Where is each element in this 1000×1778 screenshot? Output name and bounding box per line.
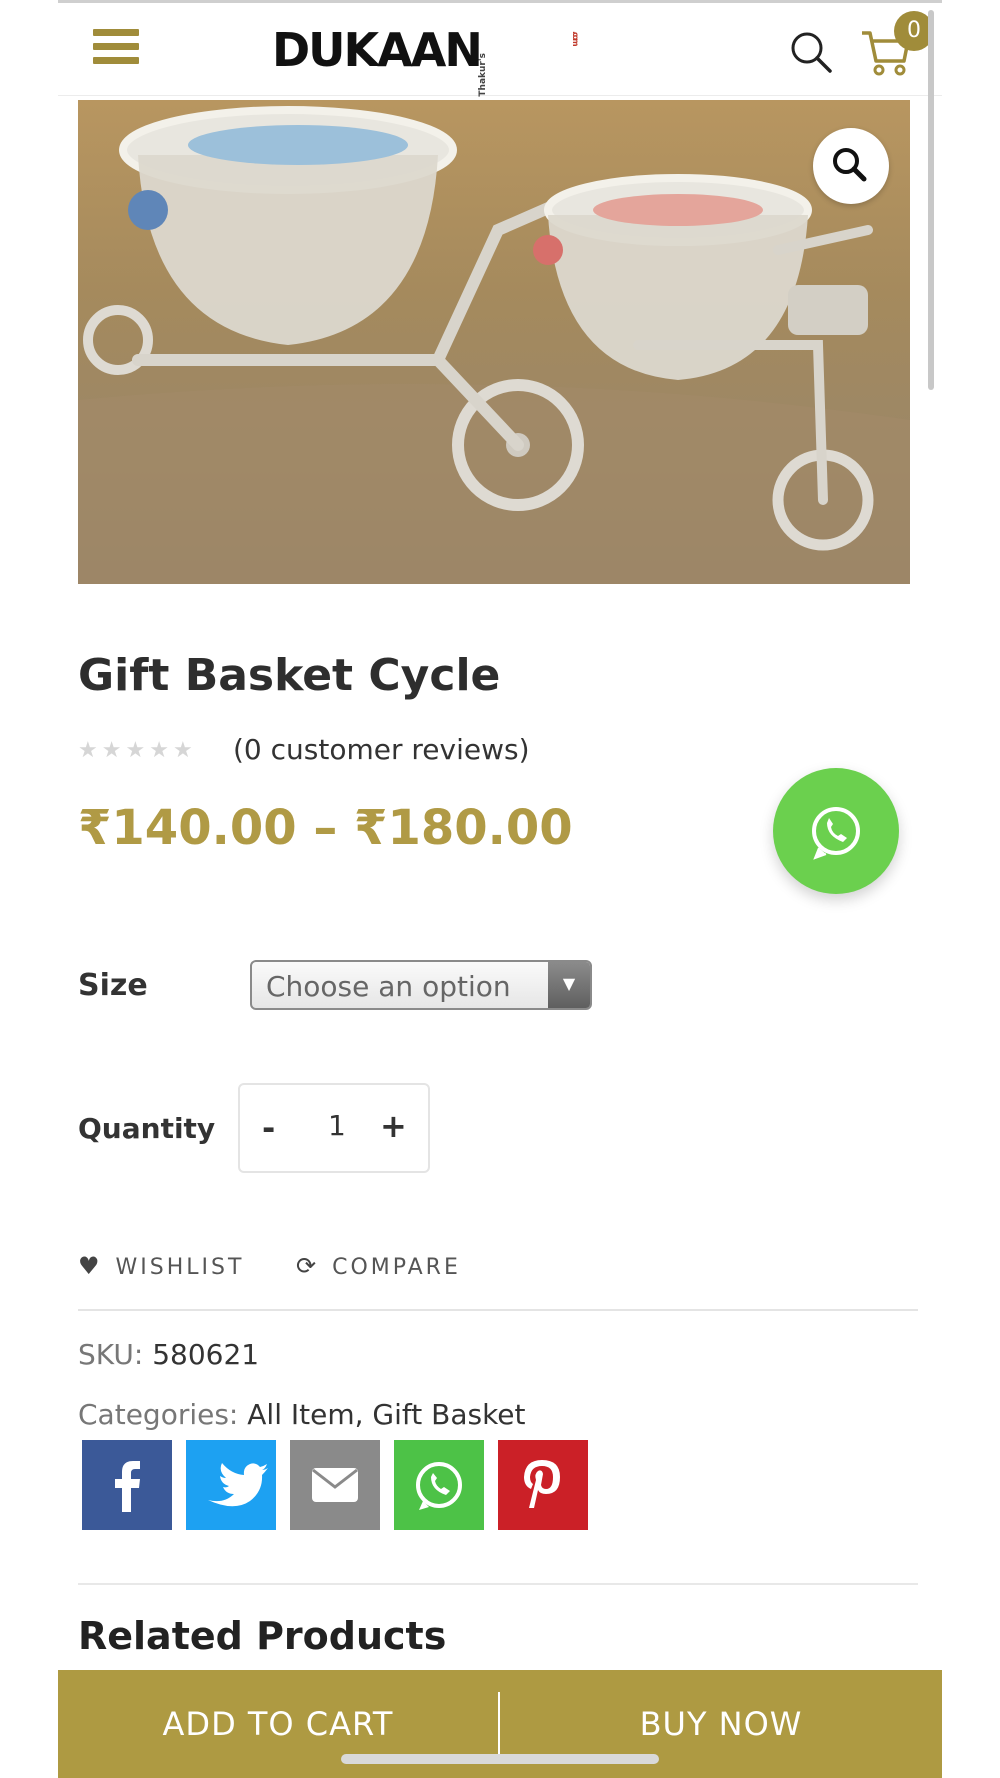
quantity-increase-button[interactable]: + (380, 1107, 407, 1145)
reviews-link[interactable]: (0 customer reviews) (233, 733, 530, 766)
whatsapp-chat-button[interactable] (773, 768, 899, 894)
pinterest-icon (524, 1460, 560, 1508)
quantity-decrease-button[interactable]: - (262, 1109, 275, 1147)
logo-text: DUKAAN (272, 23, 483, 77)
heart-icon: ♥ (78, 1252, 100, 1280)
quantity-label: Quantity (78, 1112, 216, 1145)
site-logo[interactable]: Thakur's DUKAAN .com (258, 23, 580, 97)
site-header: Thakur's DUKAAN .com 0 (58, 3, 942, 97)
compare-label: COMPARE (332, 1255, 461, 1280)
sku-label: SKU: (78, 1338, 144, 1371)
search-icon[interactable] (788, 29, 834, 75)
price-range: ₹140.00 – ₹180.00 (78, 800, 573, 856)
quantity-input[interactable]: 1 (328, 1109, 346, 1142)
divider (78, 1309, 918, 1311)
pinterest-share-button[interactable] (498, 1440, 588, 1530)
home-indicator[interactable] (341, 1754, 659, 1764)
wishlist-button[interactable]: ♥ WISHLIST (78, 1252, 244, 1280)
size-select[interactable]: Choose an option ▼ (250, 960, 592, 1010)
magnifier-icon (833, 148, 867, 182)
twitter-icon (208, 1463, 268, 1507)
size-select-value: Choose an option (266, 970, 511, 1003)
wishlist-label: WISHLIST (115, 1255, 245, 1280)
categories-label: Categories: (78, 1398, 239, 1431)
whatsapp-icon (416, 1462, 462, 1510)
facebook-icon (115, 1461, 140, 1512)
chevron-down-icon: ▼ (548, 962, 590, 1008)
categories-row: Categories: All Item, Gift Basket (78, 1398, 526, 1431)
twitter-share-button[interactable] (186, 1440, 276, 1530)
scrollbar[interactable] (928, 10, 934, 390)
zoom-button[interactable] (813, 128, 889, 204)
divider (78, 1583, 918, 1585)
phone-screen: Thakur's DUKAAN .com 0 Gift Basket Cycle… (58, 0, 942, 1778)
size-label: Size (78, 968, 148, 1003)
star-icon: ★ (78, 738, 98, 763)
sku-value: 580621 (152, 1338, 260, 1371)
star-icon: ★ (125, 738, 146, 763)
hamburger-menu-icon[interactable] (93, 29, 139, 69)
compare-button[interactable]: ⟳ COMPARE (296, 1252, 461, 1280)
logo-suffix: .com (571, 31, 580, 45)
facebook-share-button[interactable] (82, 1440, 172, 1530)
star-icon: ★ (149, 738, 169, 763)
refresh-icon: ⟳ (296, 1252, 317, 1280)
star-icon: ★ (172, 738, 193, 763)
whatsapp-share-button[interactable] (394, 1440, 484, 1530)
rating-stars: ★ ★ ★ ★ ★ (78, 738, 197, 763)
email-share-button[interactable] (290, 1440, 380, 1530)
star-icon: ★ (101, 738, 122, 763)
categories-value[interactable]: All Item, Gift Basket (247, 1398, 525, 1431)
sku-row: SKU: 580621 (78, 1338, 259, 1371)
product-title: Gift Basket Cycle (78, 650, 501, 701)
whatsapp-icon (812, 807, 860, 860)
quantity-stepper: - 1 + (238, 1083, 430, 1173)
related-products-heading: Related Products (78, 1614, 447, 1658)
envelope-icon (312, 1468, 358, 1502)
product-image[interactable] (78, 100, 910, 584)
